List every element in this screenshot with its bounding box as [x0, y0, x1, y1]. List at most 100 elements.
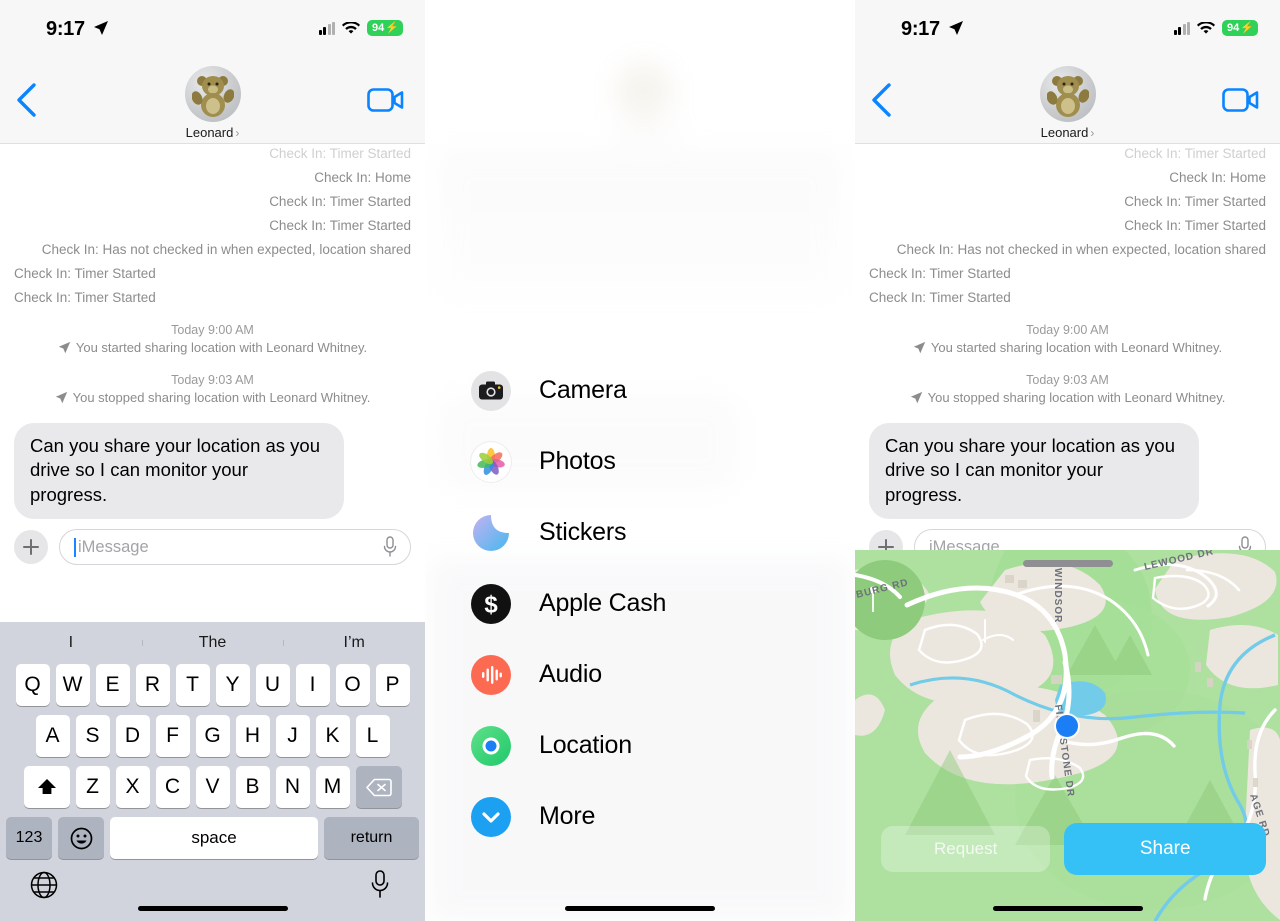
app-item-stickers[interactable]: Stickers — [471, 497, 855, 568]
emoji-smiley-icon[interactable] — [58, 817, 104, 859]
location-ring-icon — [471, 725, 511, 766]
prediction-1[interactable]: The — [141, 634, 284, 652]
cellular-bars-icon — [318, 21, 336, 35]
numeric-key[interactable]: 123 — [6, 817, 52, 859]
contact-name-row[interactable]: Leonard › — [186, 125, 240, 140]
shift-arrow-icon[interactable] — [23, 766, 70, 808]
key-f[interactable]: F — [155, 715, 190, 757]
location-sharing-map[interactable]: BURG RD WINDSOR LEWOOD DR FIELDSTONE DR … — [855, 550, 1280, 921]
key-c[interactable]: C — [155, 766, 190, 808]
keyboard-row-4: 123 space return — [0, 817, 425, 859]
system-message: Check In: Timer Started — [269, 146, 411, 161]
system-message: Check In: Timer Started — [269, 218, 411, 233]
key-x[interactable]: X — [115, 766, 150, 808]
key-n[interactable]: N — [275, 766, 310, 808]
message-input[interactable]: iMessage — [59, 529, 411, 566]
app-label: Location — [539, 731, 632, 759]
avatar[interactable] — [1039, 66, 1096, 122]
system-message: Check In: Timer Started — [1124, 218, 1266, 233]
dictation-microphone-icon[interactable] — [369, 869, 391, 899]
key-r[interactable]: R — [135, 664, 170, 706]
audio-wave-icon — [471, 654, 511, 695]
nav-bar: Leonard › — [855, 58, 1280, 144]
app-item-audio[interactable]: Audio — [471, 639, 855, 710]
key-m[interactable]: M — [315, 766, 350, 808]
battery-level: 94 — [1227, 22, 1240, 34]
app-item-location[interactable]: Location — [471, 710, 855, 781]
space-key[interactable]: space — [110, 817, 318, 859]
key-k[interactable]: K — [315, 715, 350, 757]
key-w[interactable]: W — [55, 664, 90, 706]
message-placeholder: iMessage — [78, 537, 149, 556]
location-event-text: You started sharing location with Leonar… — [930, 340, 1223, 355]
key-h[interactable]: H — [235, 715, 270, 757]
app-label: Audio — [539, 660, 602, 688]
conversation-list: Check In: Timer Started Check In: Home C… — [0, 146, 425, 520]
share-button[interactable]: Share — [1064, 823, 1266, 875]
plus-icon[interactable] — [14, 530, 48, 565]
location-event: You started sharing location with Leonar… — [14, 340, 411, 355]
key-y[interactable]: Y — [215, 664, 250, 706]
facetime-button[interactable] — [367, 86, 405, 114]
prediction-0[interactable]: I — [0, 634, 142, 652]
key-t[interactable]: T — [175, 664, 210, 706]
system-message: Check In: Timer Started — [869, 290, 1011, 305]
key-v[interactable]: V — [195, 766, 230, 808]
system-message: Check In: Timer Started — [269, 194, 411, 209]
key-b[interactable]: B — [235, 766, 270, 808]
key-o[interactable]: O — [335, 664, 370, 706]
app-item-camera[interactable]: Camera — [471, 355, 855, 426]
app-label: Camera — [539, 376, 627, 404]
message-bubble-incoming[interactable]: Can you share your location as you drive… — [14, 423, 344, 520]
system-message: Check In: Has not checked in when expect… — [41, 242, 411, 257]
location-event: You started sharing location with Leonar… — [869, 340, 1266, 355]
return-key[interactable]: return — [324, 817, 419, 859]
prediction-2[interactable]: I’m — [283, 634, 425, 652]
location-event: You stopped sharing location with Leonar… — [869, 390, 1266, 405]
contact-header[interactable]: Leonard › — [0, 66, 425, 140]
app-item-apple-cash[interactable]: $ Apple Cash — [471, 568, 855, 639]
key-q[interactable]: Q — [15, 664, 50, 706]
contact-name-row[interactable]: Leonard › — [1041, 125, 1095, 140]
contact-header[interactable]: Leonard › — [855, 66, 1280, 140]
svg-text:WINDSOR: WINDSOR — [1052, 568, 1063, 623]
status-indicators: 94 ⚡ — [318, 20, 403, 36]
apple-cash-icon: $ — [471, 583, 511, 624]
status-bar: 9:17 94 ⚡ — [0, 0, 425, 58]
photos-icon — [471, 441, 511, 482]
key-e[interactable]: E — [95, 664, 130, 706]
sheet-grabber[interactable] — [1022, 560, 1113, 567]
location-event-text: You stopped sharing location with Leonar… — [72, 390, 371, 405]
charging-bolt-icon: ⚡ — [1240, 22, 1254, 34]
on-screen-keyboard: I The I’m Q W E R T Y U I O P A S D F G … — [0, 622, 425, 921]
key-g[interactable]: G — [195, 715, 230, 757]
key-d[interactable]: D — [115, 715, 150, 757]
message-bubble-incoming[interactable]: Can you share your location as you drive… — [869, 423, 1199, 520]
key-s[interactable]: S — [75, 715, 110, 757]
home-indicator — [992, 906, 1143, 911]
key-i[interactable]: I — [295, 664, 330, 706]
microphone-icon[interactable] — [382, 536, 398, 558]
system-message: Check In: Timer Started — [1124, 194, 1266, 209]
nav-bar: Leonard › — [0, 58, 425, 144]
globe-icon[interactable] — [30, 871, 58, 899]
cellular-bars-icon — [1173, 21, 1191, 35]
key-l[interactable]: L — [355, 715, 390, 757]
facetime-button[interactable] — [1222, 86, 1260, 114]
key-j[interactable]: J — [275, 715, 310, 757]
avatar[interactable] — [184, 66, 241, 122]
panel-messages-keyboard: 9:17 94 ⚡ Leonard › Check In: Timer Star… — [0, 0, 425, 921]
key-z[interactable]: Z — [75, 766, 110, 808]
app-label: More — [539, 802, 596, 830]
key-u[interactable]: U — [255, 664, 290, 706]
key-p[interactable]: P — [375, 664, 410, 706]
timestamp: Today 9:03 AM — [171, 373, 254, 387]
key-a[interactable]: A — [35, 715, 70, 757]
app-item-photos[interactable]: Photos — [471, 426, 855, 497]
home-indicator — [137, 906, 288, 911]
map-action-buttons: Request Share — [881, 823, 1266, 875]
battery-badge: 94 ⚡ — [1222, 20, 1258, 36]
backspace-icon[interactable] — [355, 766, 402, 808]
request-button[interactable]: Request — [881, 826, 1051, 872]
app-item-more[interactable]: More — [471, 781, 855, 852]
